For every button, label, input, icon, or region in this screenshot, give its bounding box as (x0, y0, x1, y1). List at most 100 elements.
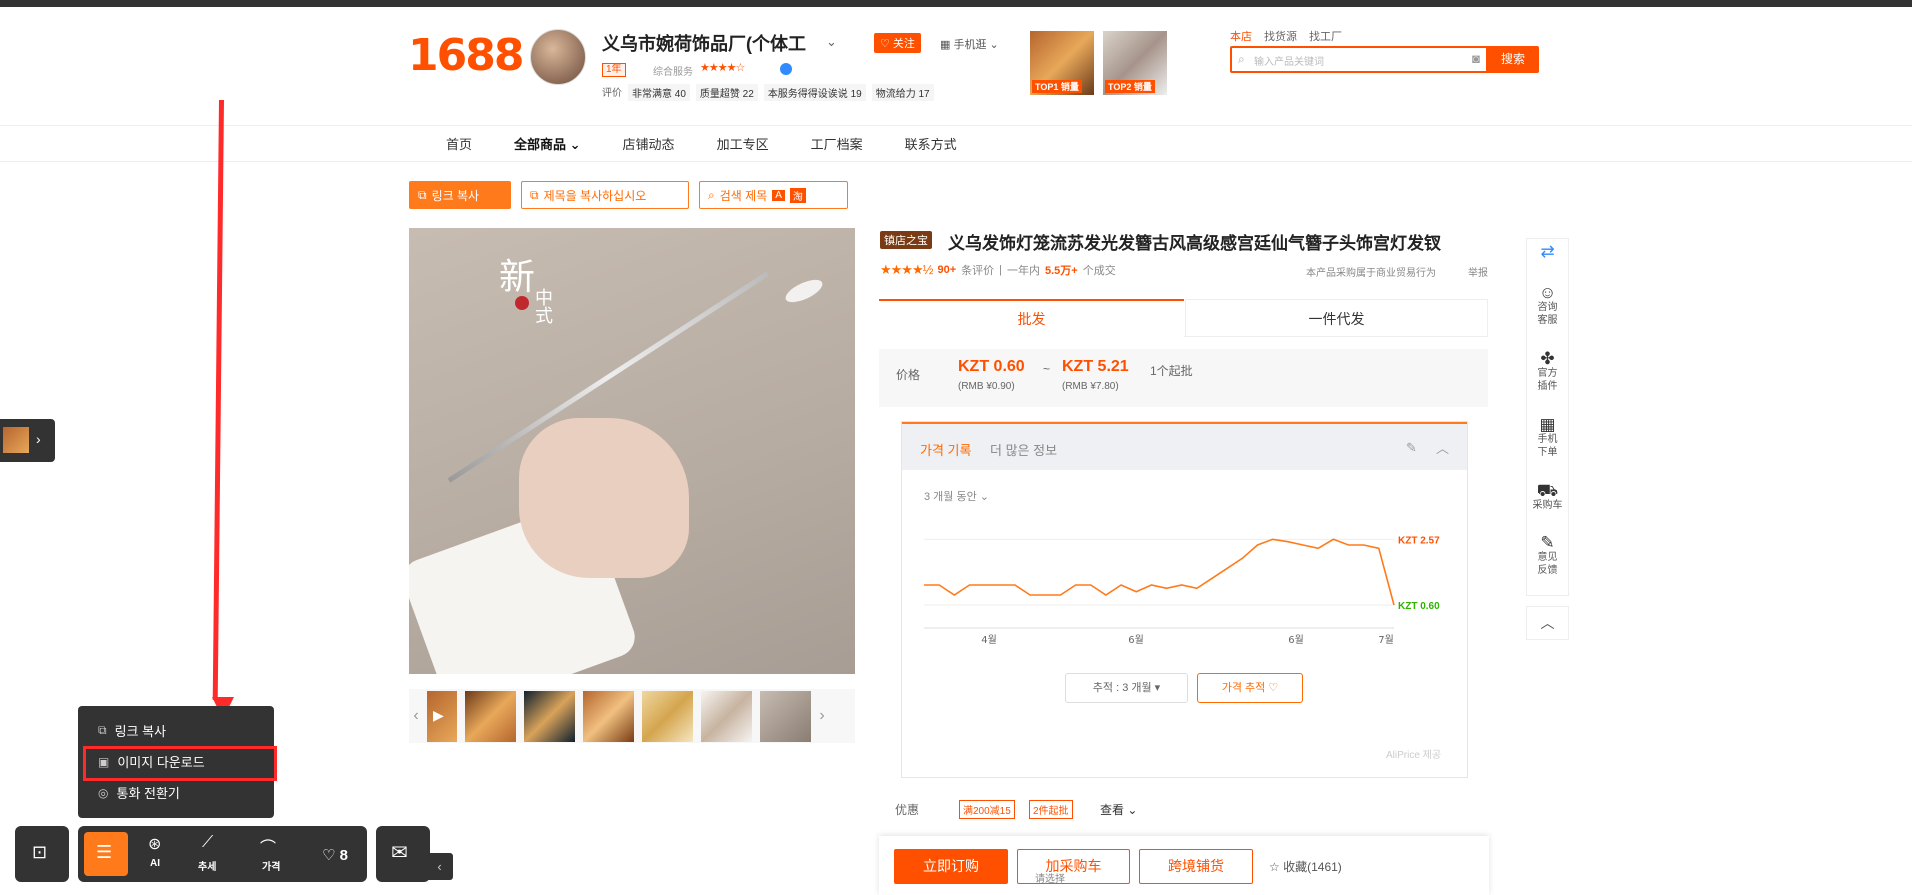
product-main-image[interactable]: 新 中式 (409, 228, 855, 674)
top1-label: TOP1 销量 (1032, 80, 1082, 93)
thumbnail[interactable] (642, 690, 693, 742)
copy-title-button[interactable]: ⧉ 제목을 복사하십시오 (521, 181, 689, 209)
shop-treasure-tag: 镇店之宝 (880, 231, 932, 249)
back-to-top-button[interactable]: ︿ (1526, 606, 1569, 640)
annotation-arrow-line (212, 99, 224, 700)
ai-label: AI (150, 858, 160, 869)
price-low-rmb: (RMB ¥0.90) (958, 381, 1015, 392)
nav-item-processing[interactable]: 加工专区 (717, 134, 769, 153)
thumbnail[interactable] (524, 690, 575, 742)
price-track-button[interactable]: 가격 추적 ♡ (1197, 673, 1303, 703)
ship-note: 请选择 (1035, 874, 1065, 885)
top1-product-thumb[interactable]: TOP1 销量 (1030, 31, 1094, 95)
add-cart-button[interactable]: 加采购车 (1017, 849, 1130, 884)
play-icon: ▶ (433, 706, 444, 723)
menu-item-copy-link[interactable]: ⧉ 링크 복사 (98, 721, 166, 740)
tab-more-info[interactable]: 더 많은 정보 (990, 440, 1057, 459)
thumb-prev-icon[interactable]: ‹ (409, 707, 423, 725)
menu-item-currency-converter[interactable]: ◎ 통화 전환기 (98, 783, 180, 802)
bag-icon: ⊡ (32, 842, 48, 862)
review-count[interactable]: 90+ (937, 264, 956, 276)
ai-icon[interactable]: ⊛ (148, 834, 161, 854)
aliprice-credit: AliPrice 제공 (1386, 750, 1442, 761)
shop-avatar[interactable] (530, 29, 586, 85)
rail-cart[interactable]: ⛟ 采购车 (1527, 482, 1568, 512)
buy-now-button[interactable]: 立即订购 (894, 849, 1008, 884)
search-tab-source[interactable]: 找货源 (1264, 28, 1297, 44)
divider: | (999, 264, 1002, 276)
thumb-next-icon[interactable]: › (815, 707, 829, 725)
rail-plugin[interactable]: ✤ 官方插件 (1527, 350, 1568, 393)
image-hairpin-top (782, 275, 826, 307)
rail-label: 采购车 (1532, 500, 1563, 511)
coupon-badge[interactable]: 满200减15 (959, 800, 1015, 819)
taobao-icon[interactable]: 淘 (789, 187, 806, 203)
edit-icon[interactable]: ✎ (1406, 440, 1417, 456)
thumbnail[interactable] (465, 690, 516, 742)
trade-note: 本产品采购属于商业贸易行为 (1306, 268, 1436, 279)
copy-link-button[interactable]: ⧉ 링크 복사 (409, 181, 511, 209)
service-stars: ★★★★☆ (700, 62, 745, 74)
price-chart-icon[interactable]: ⌒ (260, 834, 276, 858)
video-thumb[interactable]: ▶ (427, 690, 457, 742)
aliexpress-icon[interactable]: A (772, 189, 785, 201)
thumbnail[interactable] (701, 690, 752, 742)
rail-customer-service[interactable]: ☺ 咨询客服 (1527, 283, 1568, 327)
favorites-count[interactable]: ♡ 8 (322, 846, 348, 864)
side-product-tab[interactable]: › (0, 419, 55, 462)
report-link[interactable]: 举报 (1468, 264, 1488, 279)
star-icon: ☆ (1269, 860, 1284, 874)
link-icon: ⧉ (98, 723, 107, 737)
chat-button[interactable]: ✉ (376, 826, 430, 882)
view-more-link[interactable]: 查看 ⌄ (1100, 801, 1137, 818)
mobile-browse-link[interactable]: ▦ 手机逛 ⌄ (940, 36, 999, 52)
tab-price-history[interactable]: 가격 기록 (920, 440, 971, 459)
chevron-down-icon[interactable]: ⌄ (826, 34, 837, 50)
nav-item-factory[interactable]: 工厂档案 (811, 134, 863, 153)
nav-item-home[interactable]: 首页 (446, 134, 472, 153)
tab-dropship[interactable]: 一件代发 (1185, 299, 1488, 337)
camera-icon[interactable]: ◙ (1472, 51, 1480, 66)
thumbnail[interactable] (583, 690, 634, 742)
product-title: 义乌发饰灯笼流苏发光发簪古风高级感宫廷仙气簪子头饰宫灯发钗 (948, 234, 1441, 253)
search-button[interactable]: 搜索 (1487, 46, 1539, 73)
thumbnail[interactable] (760, 690, 811, 742)
nav-divider (0, 125, 1912, 126)
search-tab-factory[interactable]: 找工厂 (1309, 28, 1342, 44)
bag-button[interactable]: ⊡ (15, 826, 69, 882)
top2-label: TOP2 销量 (1105, 80, 1155, 93)
rail-mobile-order[interactable]: ▦ 手机下单 (1527, 416, 1568, 459)
chart-max-label: KZT 2.57 (1398, 535, 1440, 546)
tab-wholesale[interactable]: 批发 (879, 299, 1184, 337)
rail-feedback[interactable]: ✎ 意见反馈 (1527, 534, 1568, 577)
price-high: KZT 5.21 (1062, 358, 1129, 375)
shop-name[interactable]: 义乌市婉荷饰品厂(个体工 (602, 30, 806, 56)
follow-button[interactable]: ♡ 关注 (874, 33, 921, 53)
rating-tag: 非常满意 40 (628, 84, 690, 101)
search-title-button[interactable]: ⌕ 검색 제목 A 淘 (699, 181, 848, 209)
cross-border-button[interactable]: 跨境铺货 (1139, 849, 1253, 884)
chart-x-tick-label: 6월 (1288, 634, 1304, 646)
track-period-select[interactable]: 추적 : 3 개월 ▾ (1065, 673, 1188, 703)
nav-item-contact[interactable]: 联系方式 (905, 134, 957, 153)
home-menu-button[interactable]: ☰ (84, 832, 128, 876)
price-label: 가격 (262, 862, 281, 873)
price-range-sep: ~ (1043, 362, 1051, 376)
nav-item-all-products[interactable]: 全部商品 ⌄ (514, 134, 581, 153)
logo-1688[interactable]: 1688 (408, 30, 524, 81)
chat-icon: ☺ (1538, 283, 1557, 302)
collapse-toolbar-button[interactable]: ‹ (426, 853, 453, 880)
search-icon: ⌕ (1238, 52, 1245, 66)
collect-button[interactable]: ☆ 收藏(1461) (1269, 858, 1342, 875)
collapse-icon[interactable]: ︿ (1436, 438, 1449, 457)
top2-product-thumb[interactable]: TOP2 销量 (1103, 31, 1167, 95)
trend-icon[interactable]: ⟋ (202, 834, 213, 852)
search-input[interactable]: ⌕ 输入产品关键词 ◙ (1230, 46, 1488, 73)
chevron-left-icon: ‹ (437, 859, 442, 874)
nav-item-dynamics[interactable]: 店铺动态 (623, 134, 675, 153)
rail-translate-icon[interactable]: ⇄ (1527, 243, 1568, 260)
period-selector[interactable]: 3 개월 동안 ⌄ (924, 488, 989, 504)
search-tab-store[interactable]: 本店 (1230, 28, 1252, 44)
price-label: 价格 (896, 368, 921, 382)
coupon-badge[interactable]: 2件起批 (1029, 800, 1073, 819)
